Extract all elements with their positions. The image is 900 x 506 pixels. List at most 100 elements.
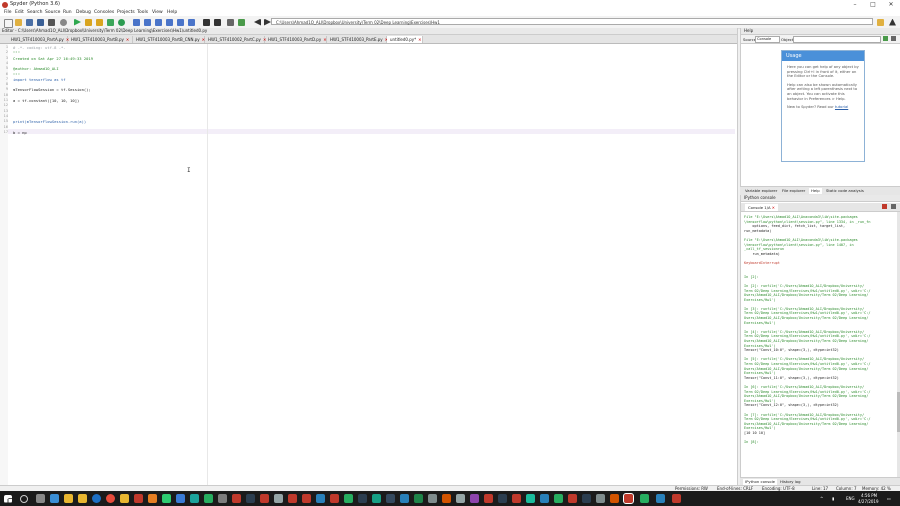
app-icon-13[interactable] [302, 494, 311, 503]
run-icon[interactable] [74, 18, 81, 26]
app-icon-30[interactable] [554, 494, 563, 503]
notifications-icon[interactable]: ▭ [887, 496, 891, 501]
tab-hw1-parta[interactable]: HW1_STF410003_PartA.py ✕ [8, 36, 69, 43]
app-icon-22[interactable] [442, 494, 451, 503]
edge-icon[interactable] [50, 494, 59, 503]
menu-projects[interactable]: Projects [117, 10, 135, 15]
app-icon-4[interactable] [176, 494, 185, 503]
debug-icon[interactable] [133, 18, 140, 26]
console-tab-close-icon[interactable]: ✕ [772, 205, 775, 210]
minimize-button[interactable]: – [848, 0, 862, 9]
save-icon[interactable] [26, 18, 33, 26]
language-indicator[interactable]: ENG [846, 496, 855, 501]
app-icon-14[interactable] [316, 494, 325, 503]
step-icon[interactable] [144, 18, 151, 26]
tab-close-icon[interactable]: ✕ [418, 37, 421, 42]
rerun-icon[interactable] [118, 18, 125, 26]
menu-view[interactable]: View [152, 10, 163, 15]
step-return-icon[interactable] [166, 18, 173, 26]
wrench-icon[interactable] [227, 18, 234, 26]
object-input[interactable] [793, 36, 881, 43]
ie-icon[interactable] [92, 494, 101, 503]
tray-chevron-icon[interactable]: ^ [820, 496, 823, 501]
new-file-icon[interactable] [4, 18, 13, 28]
menu-edit[interactable]: Edit [15, 10, 24, 15]
app-icon-37[interactable] [672, 494, 681, 503]
chrome-icon[interactable] [106, 494, 115, 503]
open-file-icon[interactable] [15, 18, 22, 26]
app-icon-15[interactable] [330, 494, 339, 503]
app-icon-24[interactable] [470, 494, 479, 503]
app-icon-18[interactable] [372, 494, 381, 503]
app-icon-27[interactable] [512, 494, 521, 503]
save-all-icon[interactable] [37, 18, 44, 26]
tab-static-code-analysis[interactable]: Static code analysis [824, 188, 866, 194]
tray-network-icon[interactable]: ▮ [832, 496, 834, 501]
forward-arrow-icon[interactable] [264, 18, 271, 26]
excel-icon[interactable] [414, 494, 423, 503]
print-icon[interactable] [48, 18, 55, 26]
close-button[interactable]: ✕ [884, 0, 898, 9]
app-icon-9[interactable] [246, 494, 255, 503]
maximize-pane-icon[interactable] [203, 18, 210, 26]
windows-start-icon[interactable] [4, 494, 12, 503]
tab-hw1-partd[interactable]: HW1_STF410003_PartD.py ✕ [265, 36, 327, 43]
python-path-icon[interactable] [238, 18, 245, 26]
app-icon-25[interactable] [484, 494, 493, 503]
fullscreen-icon[interactable] [214, 18, 221, 26]
search-icon[interactable] [20, 495, 28, 503]
browse-folder-icon[interactable] [877, 18, 884, 26]
tab-close-icon[interactable]: ✕ [126, 37, 129, 42]
run-cell-advance-icon[interactable] [96, 18, 103, 26]
spyder-taskbar-icon[interactable] [623, 493, 634, 504]
menu-tools[interactable]: Tools [137, 10, 148, 15]
app-icon-17[interactable] [358, 494, 367, 503]
tab-help[interactable]: Help [809, 188, 822, 194]
app-icon-16[interactable] [344, 494, 353, 503]
app-icon-26[interactable] [498, 494, 507, 503]
app-icon-31[interactable] [568, 494, 577, 503]
app-icon-3[interactable] [162, 494, 171, 503]
firefox-icon[interactable] [148, 494, 157, 503]
code-editor[interactable]: I 1 # -*- coding: utf-8 -*- 2 """ 3 Created o… [0, 44, 735, 491]
console-options-icon[interactable] [891, 204, 896, 209]
tutorial-link[interactable]: tutorial [835, 105, 848, 109]
tab-hw1-partb[interactable]: HW1_STF410003_PartB.py ✕ [68, 36, 133, 43]
app-icon-29[interactable] [540, 494, 549, 503]
menu-run[interactable]: Run [63, 10, 72, 15]
tab-variable-explorer[interactable]: Variable explorer [743, 188, 779, 194]
menu-help[interactable]: Help [167, 10, 177, 15]
file-explorer-icon[interactable] [64, 494, 73, 503]
app-icon-10[interactable] [260, 494, 269, 503]
folder-icon[interactable] [78, 494, 87, 503]
app-icon-23[interactable] [456, 494, 465, 503]
step-into-icon[interactable] [155, 18, 162, 26]
menu-debug[interactable]: Debug [76, 10, 91, 15]
tab-hw1-partc[interactable]: HW1_STF410002_PartC.py ✕ [205, 36, 266, 43]
app-icon-11[interactable] [274, 494, 283, 503]
app-icon-32[interactable] [582, 494, 591, 503]
app-icon-19[interactable] [386, 494, 395, 503]
menu-source[interactable]: Source [45, 10, 60, 15]
app-icon-28[interactable] [526, 494, 535, 503]
app-icon-35[interactable] [640, 494, 649, 503]
menu-consoles[interactable]: Consoles [94, 10, 114, 15]
app-icon-21[interactable] [428, 494, 437, 503]
console-tab[interactable]: Console 1/A ✕ [745, 204, 778, 211]
menu-file[interactable]: File [4, 10, 12, 15]
app-icon-20[interactable] [400, 494, 409, 503]
back-arrow-icon[interactable] [254, 18, 261, 26]
clock-time[interactable]: 4:56 PM [861, 493, 877, 498]
app-icon-6[interactable] [204, 494, 213, 503]
tab-untitled0[interactable]: untitled0.py* ✕ [387, 36, 423, 43]
run-selection-icon[interactable] [107, 18, 114, 26]
maximize-button[interactable]: □ [866, 0, 880, 9]
app-icon-36[interactable] [656, 494, 665, 503]
menu-search[interactable]: Search [27, 10, 42, 15]
run-cell-icon[interactable] [85, 18, 92, 26]
lock-icon[interactable] [883, 36, 888, 41]
source-select[interactable]: Console [755, 36, 780, 43]
stop-kernel-icon[interactable] [882, 204, 887, 209]
options-icon[interactable] [891, 36, 896, 41]
clock-date[interactable]: 4/27/2019 [858, 499, 879, 504]
